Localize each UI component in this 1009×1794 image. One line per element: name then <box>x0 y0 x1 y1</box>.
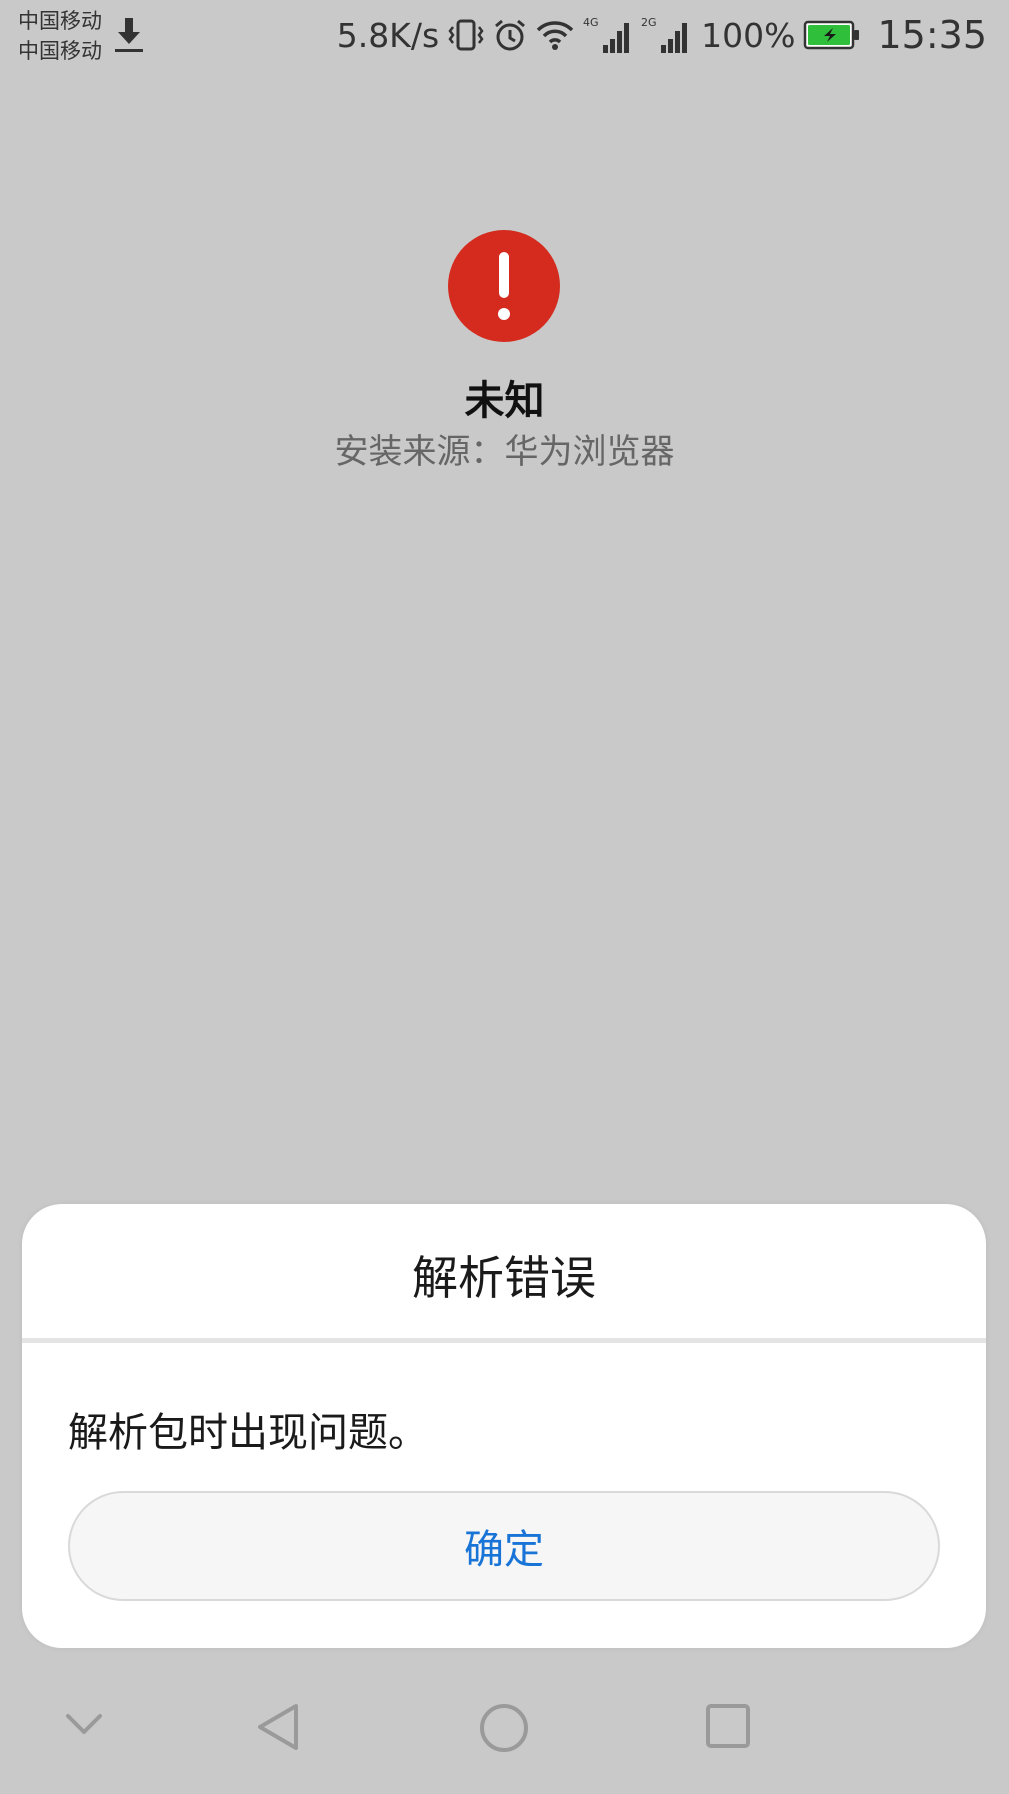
chevron-down-icon[interactable] <box>62 1702 106 1746</box>
download-icon <box>115 18 143 52</box>
alert-circle-icon <box>448 230 560 342</box>
signal-2g-icon: 2G <box>641 16 688 53</box>
battery-charging-icon <box>804 20 860 50</box>
app-name: 未知 <box>464 378 545 424</box>
dialog-message: 解析包时出现问题。 <box>68 1410 428 1456</box>
network-speed: 5.8K/s <box>336 15 440 55</box>
wifi-icon <box>536 21 574 50</box>
status-bar: 中国移动 中国移动 5.8K/s 4G 2G 100% 15:35 <box>0 0 1009 72</box>
carrier-names: 中国移动 中国移动 <box>18 6 102 66</box>
signal-2-type: 2G <box>641 16 657 29</box>
confirm-button-label: 确定 <box>464 1527 544 1573</box>
carrier-2: 中国移动 <box>18 39 102 63</box>
battery-percent: 100% <box>701 15 796 55</box>
clock: 15:35 <box>877 13 987 57</box>
install-source: 安装来源：华为浏览器 <box>334 432 675 472</box>
vibrate-icon <box>448 19 484 51</box>
parse-error-dialog: 解析错误 解析包时出现问题。 确定 <box>22 1204 986 1648</box>
dialog-divider <box>22 1338 986 1343</box>
recents-icon[interactable] <box>704 1702 752 1750</box>
alarm-icon <box>495 19 526 51</box>
signal-1-type: 4G <box>583 16 599 29</box>
back-icon[interactable] <box>254 1702 304 1752</box>
signal-4g-icon: 4G <box>583 16 630 53</box>
carrier-1: 中国移动 <box>18 9 102 33</box>
navigation-bar <box>0 1680 1009 1794</box>
confirm-button[interactable]: 确定 <box>68 1491 940 1601</box>
dialog-title: 解析错误 <box>412 1251 596 1305</box>
status-indicators: 5.8K/s 4G 2G 100% 15:35 <box>337 10 987 60</box>
home-icon[interactable] <box>478 1702 530 1754</box>
